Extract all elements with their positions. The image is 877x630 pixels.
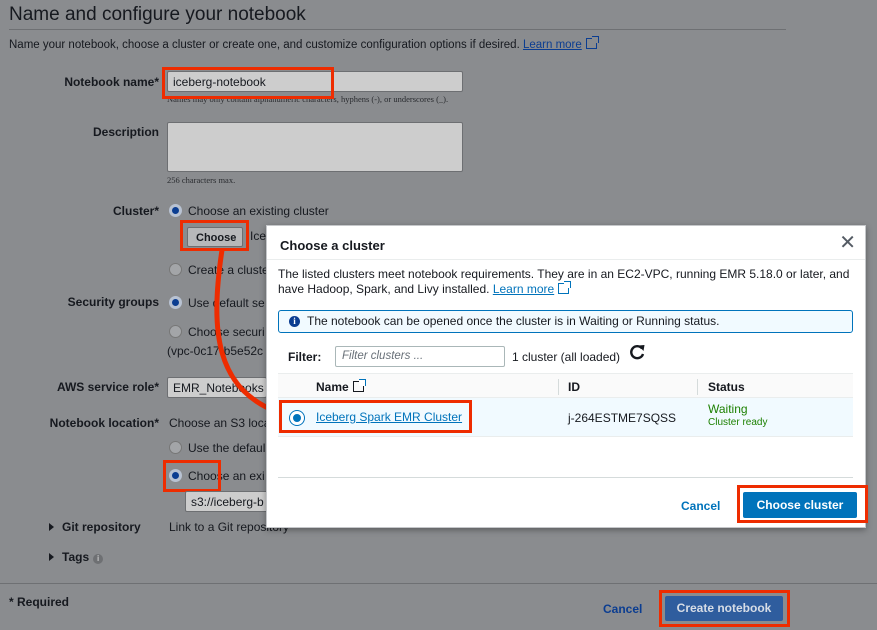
notebook-name-label: Notebook name* <box>64 75 159 89</box>
learn-more-link[interactable]: Learn more <box>523 39 582 51</box>
choose-button-highlight <box>180 220 249 251</box>
description-textarea[interactable] <box>167 122 463 172</box>
external-link-icon <box>352 379 366 392</box>
info-icon: i <box>289 316 300 327</box>
dialog-footer-divider <box>278 477 853 478</box>
dialog-title: Choose a cluster <box>280 238 385 253</box>
caret-right-icon <box>49 553 54 561</box>
notebook-location-text: Choose an S3 loca <box>169 416 271 430</box>
dialog-cancel-button[interactable]: Cancel <box>681 499 720 513</box>
filter-clusters-input[interactable]: Filter clusters ... <box>335 346 505 367</box>
s3-location-input[interactable]: s3://iceberg-b <box>185 491 275 512</box>
cluster-row-highlight <box>279 400 472 433</box>
footer-divider <box>0 583 877 584</box>
filter-count: 1 cluster (all loaded) <box>512 350 621 364</box>
column-header-status: Status <box>708 380 745 394</box>
cancel-link[interactable]: Cancel <box>603 602 642 616</box>
description-help: 256 characters max. <box>167 175 236 185</box>
selected-cluster-text: Ice <box>250 229 267 243</box>
external-link-icon <box>585 36 599 49</box>
external-link-icon <box>558 281 572 294</box>
security-choose-label: Choose securi <box>188 325 265 339</box>
create-notebook-highlight <box>659 590 790 627</box>
security-choose-radio[interactable] <box>169 325 182 338</box>
security-vpc-text: (vpc-0c17-b5e52c <box>167 344 264 358</box>
git-repository-label: Git repository <box>62 520 141 534</box>
notebook-name-highlight <box>162 67 334 99</box>
cluster-existing-radio[interactable] <box>169 204 182 217</box>
notebook-location-label: Notebook location* <box>49 416 159 430</box>
git-repository-toggle[interactable]: Git repository <box>49 520 141 534</box>
choose-cluster-dialog: Choose a cluster ✕ The listed clusters m… <box>266 225 866 528</box>
close-icon[interactable]: ✕ <box>839 230 856 255</box>
page-description: Name your notebook, choose a cluster or … <box>9 36 599 51</box>
dialog-header-divider <box>267 259 865 260</box>
cluster-status-detail: Cluster ready <box>708 417 768 428</box>
choose-cluster-highlight <box>737 485 868 523</box>
page-description-text: Name your notebook, choose a cluster or … <box>9 39 520 51</box>
column-divider <box>558 379 559 395</box>
column-divider <box>697 379 698 395</box>
location-default-label: Use the defaul <box>188 441 266 455</box>
column-header-name-label: Name <box>316 380 349 394</box>
location-radio-highlight <box>163 460 221 492</box>
cluster-create-label: Create a cluste <box>188 263 269 277</box>
info-icon: i <box>93 554 104 564</box>
tags-toggle[interactable]: Tags i <box>49 550 104 564</box>
cluster-label: Cluster* <box>112 204 159 218</box>
security-groups-label: Security groups <box>67 295 159 309</box>
cluster-id: j-264ESTME7SQSS <box>568 411 677 425</box>
dialog-description: The listed clusters meet notebook requir… <box>278 267 858 297</box>
refresh-icon[interactable] <box>628 343 646 361</box>
column-header-id: ID <box>568 380 580 394</box>
description-label: Description <box>92 125 159 139</box>
location-default-radio[interactable] <box>169 441 182 454</box>
caret-right-icon <box>49 523 54 531</box>
cluster-status: Waiting Cluster ready <box>708 403 767 429</box>
page-title: Name and configure your notebook <box>9 4 306 25</box>
cluster-create-radio[interactable] <box>169 263 182 276</box>
service-role-select[interactable]: EMR_Notebooks <box>167 377 267 398</box>
dialog-learn-more-link[interactable]: Learn more <box>493 282 554 296</box>
info-alert: i The notebook can be opened once the cl… <box>278 310 853 333</box>
column-header-name[interactable]: Name <box>316 379 366 394</box>
required-note: * Required <box>9 595 70 609</box>
info-alert-text: The notebook can be opened once the clus… <box>307 314 720 328</box>
service-role-label: AWS service role* <box>56 380 159 394</box>
tags-label: Tags <box>62 550 90 564</box>
security-default-radio[interactable] <box>169 296 182 309</box>
title-divider <box>9 29 786 30</box>
cluster-status-value: Waiting <box>708 402 748 416</box>
cluster-existing-label: Choose an existing cluster <box>188 204 329 218</box>
clusters-table-header: Name ID Status <box>278 373 853 398</box>
filter-label: Filter: <box>288 350 322 364</box>
security-default-label: Use default se <box>188 296 265 310</box>
